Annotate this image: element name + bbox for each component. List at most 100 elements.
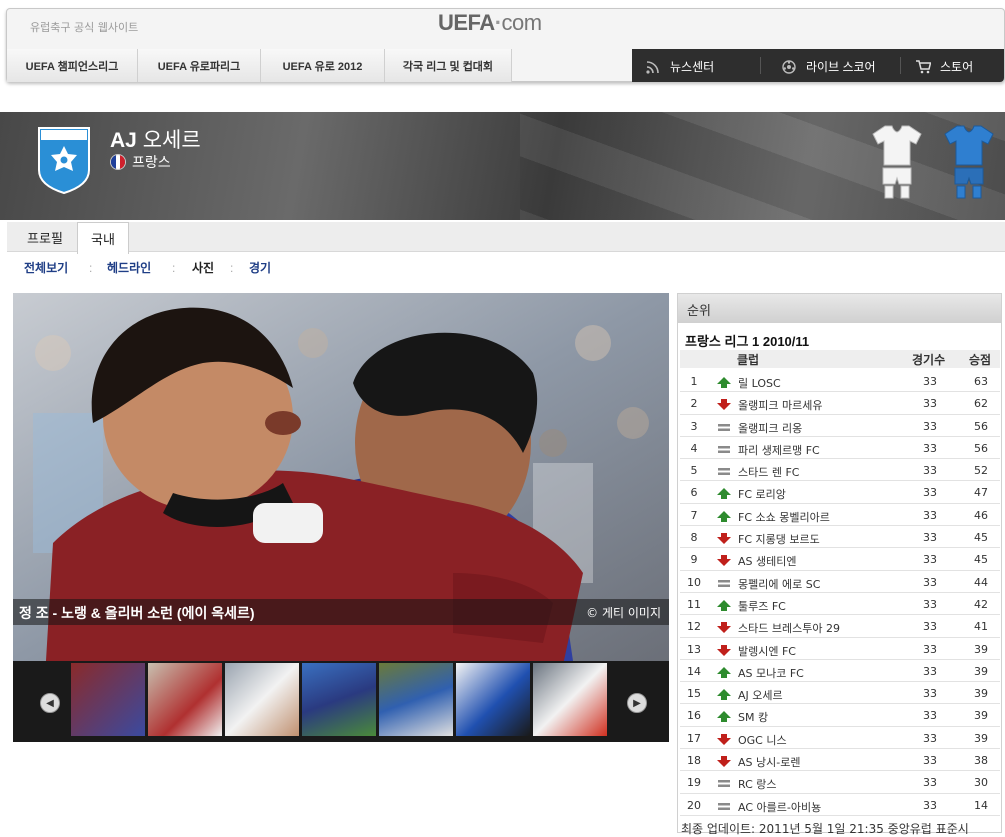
row-club[interactable]: AS 생테티엔 [738,553,796,569]
row-club[interactable]: AJ 오세르 [738,687,783,703]
ball-icon [782,59,796,74]
link-divider: : [230,261,234,275]
arrow-up-icon [717,377,731,388]
row-position: 17 [687,731,701,745]
row-points: 39 [974,687,988,701]
row-played: 33 [923,664,937,678]
uefa-logo[interactable]: UEFA·com [438,10,542,36]
thumbnail[interactable] [302,663,376,736]
row-points: 45 [974,531,988,545]
nav-divider [900,57,901,74]
row-club[interactable]: RC 랑스 [738,776,777,792]
col-points: 승점 [969,353,992,367]
row-position: 4 [690,441,698,455]
live-score-label: 라이브 스코어 [806,60,876,74]
row-played: 33 [923,375,937,388]
nav-national-leagues[interactable]: 각국 리그 및 컵대회 [385,49,512,82]
thumbnail[interactable] [456,663,530,736]
france-flag-icon [110,154,126,170]
row-played: 33 [923,620,937,634]
row-club[interactable]: AS 모나코 FC [738,665,804,681]
nav-euro-2012[interactable]: UEFA 유로 2012 [261,49,385,82]
row-club[interactable]: FC 지롱댕 보르도 [738,531,820,547]
row-club[interactable]: SM 캉 [738,709,768,725]
table-row: 10 몽펠리에 에로 SC 33 44 [680,571,1000,593]
arrow-up-icon [717,488,731,500]
table-row: 3 올랭피크 리옹 33 56 [680,415,1000,437]
standings-title[interactable]: 프랑스 리그 1 2010/11 [685,331,809,350]
thumbnail-strip: ◀ ▶ [13,661,669,742]
club-country: 프랑스 [110,152,171,172]
photo-credit: © 게티 이미지 [586,606,661,620]
caption-text: 정 조 - 노랭 & 올리버 소런 (에이 옥세르) [19,605,255,621]
col-club: 클럽 [737,353,760,367]
nav-store[interactable]: 스토어 [916,58,973,75]
row-played: 33 [923,419,937,433]
row-club[interactable]: FC 로리앙 [738,486,786,502]
row-club[interactable]: AC 아를르-아비뇽 [738,799,821,815]
logo-main: UEFA [438,10,495,35]
thumbnail[interactable] [225,663,299,736]
last-updated: 최종 업데이트: 2011년 5월 1일 21:35 중앙유럽 표준시 [681,822,969,836]
nav-europa-league[interactable]: UEFA 유로파리그 [138,49,261,82]
table-row: 5 스타드 렌 FC 33 52 [680,459,1000,482]
link-photos[interactable]: 사진 [192,259,214,276]
newscenter-label: 뉴스센터 [670,60,715,74]
logo-dot: · [494,10,502,35]
row-position: 14 [687,664,701,678]
no-change-icon [717,444,731,455]
row-points: 41 [974,620,988,634]
row-played: 33 [923,709,937,723]
row-played: 33 [923,687,937,701]
row-club[interactable]: 스타드 렌 FC [738,464,799,480]
arrow-down-icon [717,399,731,411]
no-change-icon [717,801,731,812]
link-all[interactable]: 전체보기 [24,259,68,276]
row-position: 1 [690,375,698,388]
row-club[interactable]: FC 소쇼 몽벨리아르 [738,509,830,525]
store-label: 스토어 [940,60,974,74]
standings-rows: 1릴 LOSC 33 63 2 올랭피크 마르세유 33 62 3 올랭피크 리옹 33 56 4 파리… [680,370,1000,816]
link-matches[interactable]: 경기 [249,259,271,276]
next-arrow-icon[interactable]: ▶ [627,693,647,713]
standings-header: 순위 [678,294,1001,323]
thumbnail[interactable] [71,663,145,736]
tab-profile[interactable]: 프로필 [13,222,77,252]
row-played: 33 [923,553,937,567]
table-row: 7 FC 소쇼 몽벨리아르 33 46 [680,504,1000,527]
prev-arrow-icon[interactable]: ◀ [40,693,60,713]
row-played: 33 [923,531,937,545]
nav-newscenter[interactable]: 뉴스센터 [646,58,714,75]
row-position: 15 [687,687,701,701]
table-row: 13 발렝시엔 FC 33 39 [680,638,1000,660]
row-club[interactable]: 올랭피크 리옹 [738,420,802,436]
link-headlines[interactable]: 헤드라인 [107,259,151,276]
row-club[interactable]: 스타드 브레스투아 29 [738,620,840,636]
row-club[interactable]: 몽펠리에 에로 SC [738,576,820,592]
row-club[interactable]: OGC 니스 [738,732,787,748]
thumbnail[interactable] [148,663,222,736]
row-club[interactable]: 파리 생제르맹 FC [738,442,820,458]
table-row: 2 올랭피크 마르세유 33 62 [680,392,1000,415]
thumbnail[interactable] [379,663,453,736]
standings-panel: 순위 프랑스 리그 1 2010/11 클럽 경기수 승점 1릴 LOSC 33 6… [677,293,1002,836]
arrow-down-icon [717,733,731,745]
arrow-up-icon [717,711,731,723]
row-position: 6 [690,486,698,500]
tab-domestic[interactable]: 국내 [77,222,129,254]
row-played: 33 [923,441,937,455]
arrow-up-icon [717,689,731,701]
thumbnail[interactable] [533,663,607,736]
row-club[interactable]: 발렝시엔 FC [738,643,796,659]
row-position: 3 [690,419,698,433]
row-club[interactable]: 릴 LOSC [738,375,781,391]
row-club[interactable]: 툴루즈 FC [738,598,786,614]
row-club[interactable]: 올랭피크 마르세유 [738,397,822,413]
club-crest [37,126,91,195]
club-name-prefix: AJ [110,129,137,152]
row-points: 47 [974,486,988,500]
nav-champions-league[interactable]: UEFA 챔피언스리그 [7,49,138,82]
row-club[interactable]: AS 낭시-로렌 [738,754,800,770]
row-position: 13 [687,642,701,656]
nav-live-score[interactable]: 라이브 스코어 [782,58,876,75]
